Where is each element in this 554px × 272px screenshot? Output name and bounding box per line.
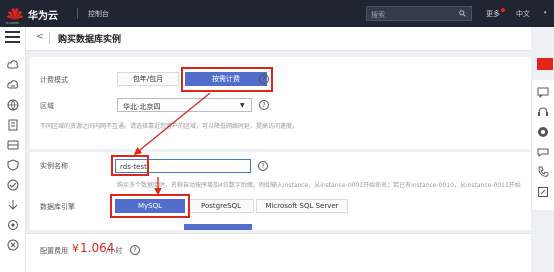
basic-config-card	[30, 57, 531, 149]
right-tool-rail	[531, 58, 554, 210]
cloud-icon[interactable]	[7, 79, 19, 91]
chevron-down-icon[interactable]: ▾	[544, 10, 547, 16]
instance-name-hint: 购买多个数据库时，名称自动按序增加4位数字后缀。例如输入instance，从in…	[117, 182, 521, 189]
fee-unit: /小时	[106, 247, 123, 255]
help-icon[interactable]: ?	[259, 100, 269, 110]
headset-icon[interactable]	[537, 106, 549, 118]
billing-option-yearly[interactable]: 包年/包月	[117, 72, 179, 86]
annotation-box-name	[111, 155, 149, 176]
security-icon[interactable]	[7, 159, 19, 171]
region-select[interactable]: 华北-北京四	[117, 98, 252, 112]
more-menu[interactable]: 更多	[486, 9, 500, 19]
storage-icon[interactable]	[7, 139, 19, 151]
instance-config-card	[30, 152, 531, 230]
tools-icon[interactable]	[7, 239, 19, 251]
help-icon[interactable]: ?	[258, 161, 268, 171]
monitor-icon[interactable]	[7, 179, 19, 191]
help-icon[interactable]: ?	[259, 74, 269, 84]
notification-dot	[501, 8, 505, 12]
top-divider	[77, 8, 78, 19]
settings-icon[interactable]	[7, 219, 19, 231]
brand-name-en: HUAWEI	[6, 21, 20, 25]
search-input[interactable]: 搜索	[366, 6, 472, 21]
fee-label: 配置费用	[40, 247, 68, 255]
engine-option-sqlserver[interactable]: Microsoft SQL Server	[256, 199, 348, 213]
support-icon[interactable]	[537, 126, 549, 138]
header-divider	[49, 32, 50, 44]
language-switch[interactable]: 中文	[516, 9, 530, 19]
instance-name-label: 实例名称	[40, 162, 68, 170]
chat-icon[interactable]	[537, 146, 549, 158]
engine-option-strip	[184, 224, 252, 230]
region-hint: 不同区域的资源之间内网不互通。请选择靠近您客户的区域，可以降低网络时延、提高访问…	[40, 123, 299, 130]
message-icon[interactable]	[537, 86, 549, 98]
left-service-rail	[0, 27, 26, 272]
network-icon[interactable]	[7, 99, 19, 111]
page-title: 购买数据库实例	[58, 35, 122, 45]
brand-name[interactable]: 华为云	[28, 7, 58, 22]
phone-icon[interactable]	[537, 166, 549, 178]
chevron-down-icon[interactable]: ▼	[240, 102, 245, 109]
billing-mode-label: 计费模式	[40, 76, 68, 84]
feedback-tab[interactable]	[537, 58, 553, 70]
document-icon[interactable]	[7, 119, 19, 131]
search-icon[interactable]	[459, 10, 466, 17]
cloud-server-icon[interactable]	[7, 59, 19, 71]
back-button[interactable]: <	[36, 32, 44, 42]
menu-icon[interactable]	[5, 31, 20, 43]
deploy-icon[interactable]	[7, 199, 19, 211]
help-icon[interactable]: ?	[130, 245, 140, 255]
db-engine-label: 数据库引擎	[40, 203, 75, 211]
fee-currency: ¥	[72, 242, 79, 255]
console-link[interactable]: 控制台	[88, 9, 109, 19]
engine-option-postgresql[interactable]: PostgreSQL	[188, 199, 254, 213]
annotation-box-engine	[110, 194, 190, 218]
region-label: 区域	[40, 102, 54, 110]
edit-icon[interactable]	[537, 186, 549, 198]
